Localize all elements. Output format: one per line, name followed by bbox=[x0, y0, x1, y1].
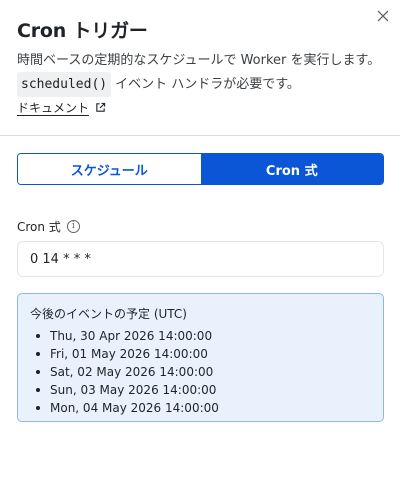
upcoming-events-title: 今後のイベントの予定 (UTC) bbox=[30, 307, 187, 321]
panel-description: 時間ベースの定期的なスケジュールで Worker を実行します。 schedul… bbox=[17, 49, 387, 97]
upcoming-events-box: 今後のイベントの予定 (UTC) Thu, 30 Apr 2026 14:00:… bbox=[17, 293, 384, 422]
documentation-link[interactable]: ドキュメント bbox=[17, 99, 106, 116]
list-item: Fri, 01 May 2026 14:00:00 bbox=[36, 345, 371, 363]
list-item: Thu, 30 Apr 2026 14:00:00 bbox=[36, 327, 371, 345]
event-datetime: Sat, 02 May 2026 14:00:00 bbox=[50, 365, 214, 379]
event-datetime: Fri, 01 May 2026 14:00:00 bbox=[50, 347, 208, 361]
info-icon[interactable]: i bbox=[66, 220, 80, 233]
upcoming-events-list: Thu, 30 Apr 2026 14:00:00 Fri, 01 May 20… bbox=[30, 327, 371, 417]
panel-title: Cron トリガー bbox=[17, 20, 148, 42]
close-icon bbox=[377, 10, 389, 22]
cron-field-label-text: Cron 式 bbox=[17, 220, 61, 234]
bullet bbox=[36, 334, 40, 338]
cron-field-label: Cron 式 i bbox=[17, 218, 80, 235]
mode-toggle-cron-expression[interactable]: Cron 式 bbox=[200, 154, 383, 184]
event-datetime: Sun, 03 May 2026 14:00:00 bbox=[50, 383, 217, 397]
divider bbox=[0, 135, 400, 136]
bullet bbox=[36, 406, 40, 410]
close-button[interactable] bbox=[374, 7, 392, 25]
mode-toggle-schedule[interactable]: スケジュール bbox=[18, 154, 201, 184]
event-datetime: Thu, 30 Apr 2026 14:00:00 bbox=[50, 329, 213, 343]
list-item: Sun, 03 May 2026 14:00:00 bbox=[36, 381, 371, 399]
list-item: Mon, 04 May 2026 14:00:00 bbox=[36, 399, 371, 417]
bullet bbox=[36, 370, 40, 374]
event-datetime: Mon, 04 May 2026 14:00:00 bbox=[50, 401, 219, 415]
mode-toggle: スケジュール Cron 式 bbox=[17, 153, 384, 185]
external-link-icon bbox=[96, 102, 106, 112]
description-line-2: scheduled() イベント ハンドラが必要です。 bbox=[17, 72, 387, 97]
description-line-1: 時間ベースの定期的なスケジュールで Worker を実行します。 bbox=[17, 53, 381, 68]
cron-trigger-panel: Cron トリガー 時間ベースの定期的なスケジュールで Worker を実行しま… bbox=[0, 0, 400, 500]
bullet bbox=[36, 388, 40, 392]
code-snippet: scheduled() bbox=[17, 72, 112, 97]
cron-expression-input[interactable] bbox=[17, 241, 384, 277]
list-item: Sat, 02 May 2026 14:00:00 bbox=[36, 363, 371, 381]
documentation-link-label: ドキュメント bbox=[17, 101, 90, 115]
description-line-2-text: イベント ハンドラが必要です。 bbox=[115, 77, 300, 92]
bullet bbox=[36, 352, 40, 356]
